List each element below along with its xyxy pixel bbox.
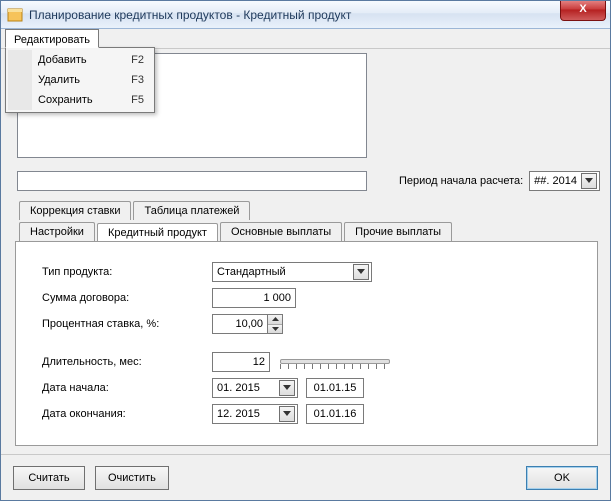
chevron-down-icon [279,406,295,422]
start-month-select[interactable]: 01. 2015 [212,378,298,398]
menu-bar: Редактировать [1,29,610,49]
tab-payment-table[interactable]: Таблица платежей [133,201,250,220]
tab-settings[interactable]: Настройки [19,222,95,241]
app-window: Планирование кредитных продуктов - Креди… [0,0,611,501]
menu-edit[interactable]: Редактировать [5,29,99,48]
clear-button[interactable]: Очистить [95,466,169,490]
tab-other-payments[interactable]: Прочие выплаты [344,222,452,241]
app-icon [7,7,23,23]
rate-spin-down[interactable] [268,325,282,334]
ok-button[interactable]: OK [526,466,598,490]
start-date-label: Дата начала: [42,382,212,394]
rate-label: Процентная ставка, %: [42,318,212,330]
tabstrip-primary: Настройки Кредитный продукт Основные вып… [19,222,452,241]
window-title: Планирование кредитных продуктов - Креди… [29,8,351,22]
tab-panel-credit-product: Тип продукта: Стандартный Сумма договора… [15,241,598,446]
product-type-select[interactable]: Стандартный [212,262,372,282]
amount-input[interactable] [212,288,296,308]
end-date-label: Дата окончания: [42,408,212,420]
tab-rate-correction[interactable]: Коррекция ставки [19,201,131,220]
content-area: Период начала расчета: ##. 2014 Коррекци… [1,49,610,500]
tabstrip-secondary: Коррекция ставки Таблица платежей [19,201,250,220]
duration-input[interactable] [212,352,270,372]
menu-item-add[interactable]: Добавить F2 [8,50,152,70]
product-name-input[interactable] [17,171,367,191]
end-date-input[interactable] [306,404,364,424]
chevron-down-icon [353,264,369,280]
title-bar: Планирование кредитных продуктов - Креди… [1,1,610,29]
calc-button[interactable]: Считать [13,466,85,490]
rate-spin-up[interactable] [268,315,282,325]
amount-label: Сумма договора: [42,292,212,304]
product-type-label: Тип продукта: [42,266,212,278]
period-label: Период начала расчета: [399,175,523,187]
menu-edit-dropdown: Добавить F2 Удалить F3 Сохранить F5 [5,47,155,113]
tab-main-payments[interactable]: Основные выплаты [220,222,342,241]
rate-input[interactable] [213,315,267,333]
end-month-select[interactable]: 12. 2015 [212,404,298,424]
close-button[interactable]: X [560,1,606,21]
start-date-input[interactable] [306,378,364,398]
chevron-down-icon [279,380,295,396]
chevron-down-icon [581,173,597,189]
duration-label: Длительность, мес: [42,356,212,368]
rate-spinner[interactable] [212,314,283,334]
close-icon: X [579,3,586,15]
period-row: Период начала расчета: ##. 2014 [399,171,600,191]
bottom-bar: Считать Очистить OK [1,454,610,500]
duration-slider[interactable] [280,353,390,371]
menu-item-delete[interactable]: Удалить F3 [8,70,152,90]
menu-item-save[interactable]: Сохранить F5 [8,90,152,110]
period-select[interactable]: ##. 2014 [529,171,600,191]
tab-credit-product[interactable]: Кредитный продукт [97,223,218,242]
